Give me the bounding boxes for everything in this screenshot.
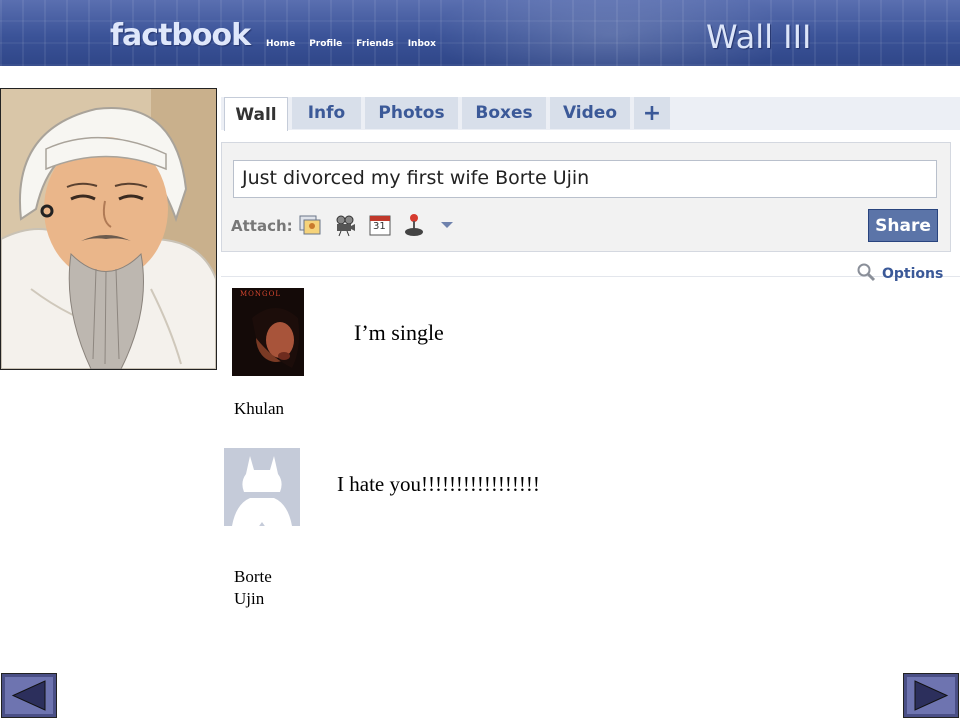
post-text: I’m single	[354, 320, 444, 345]
calendar-icon[interactable]: 31	[368, 213, 392, 237]
avatar-khulan[interactable]: MONGOL	[232, 288, 304, 376]
tab-photos[interactable]: Photos	[365, 97, 458, 129]
site-logo[interactable]: factbook	[110, 18, 251, 53]
right-arrow-icon	[903, 673, 959, 718]
video-camera-icon[interactable]	[333, 213, 357, 237]
tab-bar: Wall Info Photos Boxes Video +	[224, 97, 674, 131]
calendar-number: 31	[373, 221, 386, 232]
post-author[interactable]: Borte Ujin	[234, 566, 294, 610]
attach-label: Attach:	[231, 217, 293, 235]
tab-video[interactable]: Video	[550, 97, 630, 129]
nav-profile[interactable]: Profile	[309, 39, 342, 49]
options-link[interactable]: Options	[856, 262, 943, 286]
header-banner: factbook Home Profile Friends Inbox Wall…	[0, 0, 960, 66]
next-slide-button[interactable]	[903, 673, 959, 718]
post-author[interactable]: Khulan	[234, 399, 284, 419]
nav-inbox[interactable]: Inbox	[408, 39, 436, 49]
tab-add[interactable]: +	[634, 97, 670, 129]
options-label: Options	[882, 266, 944, 282]
post-text: I hate you!!!!!!!!!!!!!!!!!	[337, 472, 540, 496]
dropdown-arrow-icon[interactable]	[438, 216, 462, 240]
avatar-caption: MONGOL	[240, 290, 282, 298]
tab-boxes[interactable]: Boxes	[462, 97, 546, 129]
photo-icon[interactable]	[298, 213, 322, 237]
status-input[interactable]: Just divorced my first wife Borte Ujin	[233, 160, 937, 198]
share-button[interactable]: Share	[868, 209, 938, 242]
nav-home[interactable]: Home	[266, 39, 295, 49]
top-nav: Home Profile Friends Inbox	[266, 39, 450, 49]
avatar-borte-ujin[interactable]	[224, 448, 300, 526]
nav-friends[interactable]: Friends	[356, 39, 393, 49]
magnifier-icon	[856, 262, 876, 286]
previous-slide-button[interactable]	[1, 673, 57, 718]
slide-title: Wall III	[706, 18, 812, 56]
portrait-illustration	[1, 89, 216, 369]
tab-wall[interactable]: Wall	[224, 97, 288, 131]
joystick-icon[interactable]	[402, 213, 426, 237]
tab-info[interactable]: Info	[292, 97, 361, 129]
profile-portrait	[0, 88, 217, 370]
feed-divider	[221, 276, 960, 277]
left-arrow-icon	[1, 673, 57, 718]
